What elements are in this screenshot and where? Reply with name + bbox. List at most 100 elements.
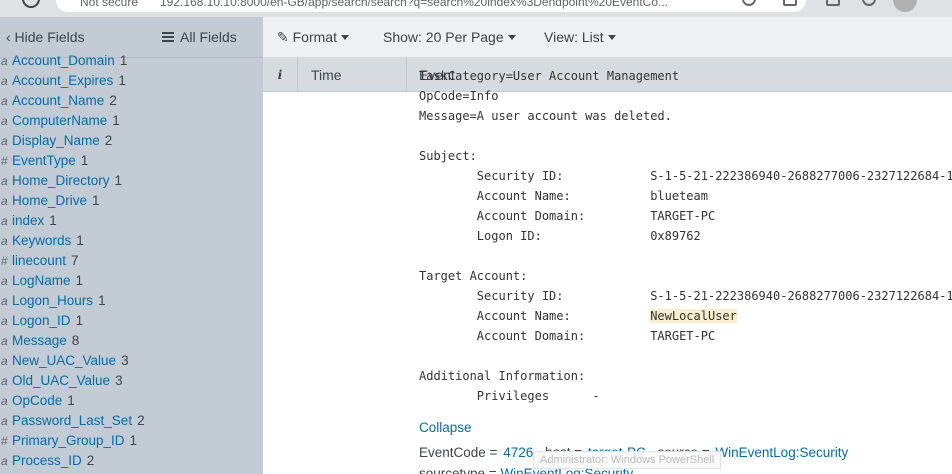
event-line-text: Additional Information: (419, 369, 586, 383)
hide-fields-button[interactable]: ‹ Hide Fields (6, 29, 85, 45)
field-item[interactable]: a Keywords 1 (0, 231, 263, 251)
extensions-icon[interactable] (862, 0, 876, 6)
chevron-down-icon (340, 35, 349, 40)
field-name: EventType (12, 153, 76, 168)
source-value[interactable]: WinEventLog:Security (715, 445, 848, 460)
field-item[interactable]: a Account_Domain 1 (0, 51, 263, 71)
field-name: Logon_ID (12, 313, 71, 328)
info-column-header[interactable]: i (263, 58, 298, 92)
field-name: New_UAC_Value (12, 353, 117, 368)
event-line-text: Security ID: S-1-5-21-222386940-26882770… (419, 169, 952, 183)
field-type-icon: a (1, 94, 8, 108)
view-menu[interactable]: View: List (544, 29, 616, 45)
field-item[interactable]: a Home_Directory 1 (0, 171, 263, 191)
field-count: 1 (75, 313, 84, 328)
field-item[interactable]: a Account_Expires 1 (0, 71, 263, 91)
pencil-icon: ✎ (277, 29, 293, 45)
field-type-icon: a (1, 454, 8, 468)
field-name: Password_Last_Set (12, 413, 133, 428)
field-type-icon: a (1, 414, 8, 428)
field-count: 3 (115, 373, 123, 388)
field-name: Account_Expires (12, 73, 114, 88)
field-item[interactable]: a Home_Drive 1 (0, 191, 263, 211)
field-type-icon: a (1, 314, 8, 328)
field-item[interactable]: # Primary_Group_ID 1 (0, 431, 263, 451)
field-type-icon: a (1, 354, 8, 368)
field-name: Home_Directory (12, 173, 110, 188)
field-item[interactable]: a index 1 (0, 211, 263, 231)
field-type-icon: a (1, 234, 8, 248)
all-fields-button[interactable]: All Fields (162, 29, 237, 45)
event-line-text: Account Domain: TARGET-PC (419, 209, 716, 223)
field-count: 1 (67, 393, 75, 408)
field-name: Process_ID (12, 453, 82, 468)
event-line: Security ID: S-1-5-21-222386940-26882770… (419, 166, 952, 186)
field-type-icon: a (1, 214, 8, 228)
field-name: Primary_Group_ID (12, 433, 125, 448)
field-name: ComputerName (12, 113, 108, 128)
field-type-icon: a (1, 394, 8, 408)
eventcode-value[interactable]: 4726 (503, 445, 533, 460)
field-count: 1 (75, 273, 84, 288)
event-line: Subject: (419, 146, 952, 166)
field-type-icon: a (1, 374, 8, 388)
field-count: 1 (118, 73, 126, 88)
reload-icon[interactable] (22, 0, 40, 8)
reading-list-icon[interactable] (826, 0, 840, 6)
field-type-icon: # (1, 434, 8, 448)
field-item[interactable]: a Old_UAC_Value 3 (0, 371, 263, 391)
time-column-header[interactable]: Time (298, 58, 407, 92)
field-item[interactable]: a Logon_ID 1 (0, 311, 263, 331)
event-line: Target Account: (419, 266, 952, 286)
format-menu[interactable]: ✎ Format (277, 29, 349, 46)
event-line: OpCode=Info (419, 86, 952, 106)
results-panel: ✎ Format Show: 20 Per Page View: List i … (263, 17, 952, 474)
field-name: LogName (12, 273, 71, 288)
field-item[interactable]: a New_UAC_Value 3 (0, 351, 263, 371)
field-count: 2 (137, 413, 145, 428)
event-line: Account Domain: TARGET-PC (419, 206, 952, 226)
field-item[interactable]: # linecount 7 (0, 251, 263, 271)
fields-sidebar: ‹ Hide Fields All Fields a Account_Domain… (0, 17, 263, 474)
url-text[interactable]: 192.168.10.10:8000/en-GB/app/search/sear… (160, 0, 668, 9)
field-type-icon: a (1, 294, 8, 308)
field-item[interactable]: # EventType 1 (0, 151, 263, 171)
field-count: 1 (119, 53, 128, 68)
field-name: index (12, 213, 45, 228)
sourcetype-key: sourcetype = (419, 466, 497, 474)
highlighted-account-name[interactable]: NewLocalUser (650, 309, 737, 323)
field-count: 2 (104, 133, 113, 148)
field-item[interactable]: a Password_Last_Set 2 (0, 411, 263, 431)
field-item[interactable]: a Logon_Hours 1 (0, 291, 263, 311)
field-count: 1 (98, 293, 106, 308)
list-icon (162, 32, 174, 42)
chevron-down-icon (607, 35, 616, 40)
event-raw-text: TaskCategory=User Account Management OpCo… (419, 66, 952, 406)
field-item[interactable]: a Process_ID 2 (0, 451, 263, 471)
field-count: 1 (76, 233, 84, 248)
field-item[interactable]: a Display_Name 2 (0, 131, 263, 151)
field-count: 7 (71, 253, 79, 268)
event-line: Additional Information: (419, 366, 952, 386)
profile-avatar[interactable] (893, 0, 917, 12)
format-label: Format (292, 29, 337, 45)
field-item[interactable]: a Account_Name 2 (0, 91, 263, 111)
field-name: Keywords (12, 233, 72, 248)
view-label: View: List (544, 29, 604, 45)
results-toolbar: ✎ Format Show: 20 Per Page View: List (263, 17, 952, 58)
collapse-link[interactable]: Collapse (419, 420, 472, 435)
field-name: Message (12, 333, 67, 348)
security-indicator[interactable]: Not secure (80, 0, 138, 9)
field-item[interactable]: a Message 8 (0, 331, 263, 351)
event-line-text: Security ID: S-1-5-21-222386940-26882770… (419, 289, 952, 303)
field-type-icon: a (1, 114, 8, 128)
field-item[interactable]: a ComputerName 1 (0, 111, 263, 131)
per-page-menu[interactable]: Show: 20 Per Page (383, 29, 516, 45)
all-fields-label: All Fields (180, 29, 237, 45)
event-line-text: Privileges - (419, 389, 600, 403)
field-item[interactable]: a LogName 1 (0, 271, 263, 291)
bookmark-icon[interactable] (783, 0, 797, 6)
field-item[interactable]: a OpCode 1 (0, 391, 263, 411)
event-line: Privileges - (419, 386, 952, 406)
event-line: Logon ID: 0x89762 (419, 226, 952, 246)
